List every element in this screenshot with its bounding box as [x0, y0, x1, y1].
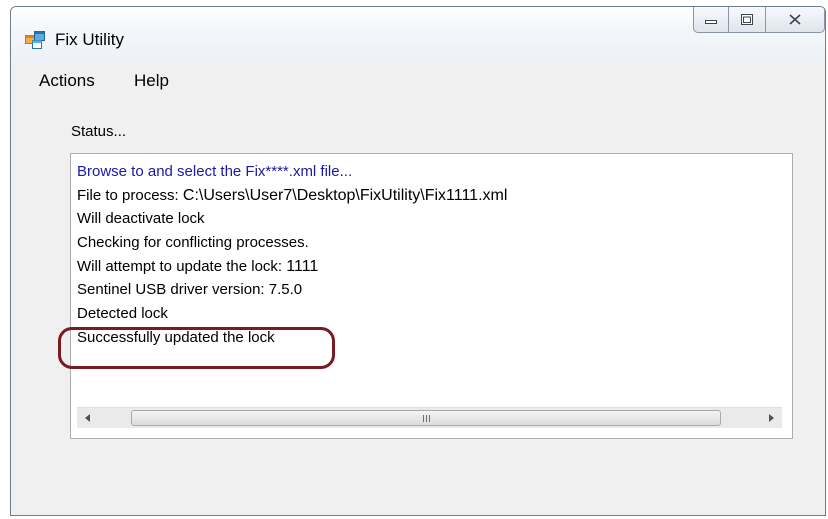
status-line-update: Will attempt to update the lock: 1111	[77, 257, 319, 275]
lock-number-value: 1111	[286, 257, 319, 275]
status-line-success: Successfully updated the lock	[77, 328, 275, 346]
status-line-driver: Sentinel USB driver version: 7.5.0	[77, 281, 303, 299]
scrollbar-thumb[interactable]	[131, 410, 721, 426]
status-log[interactable]: Browse to and select the Fix****.xml fil…	[70, 153, 793, 439]
close-button[interactable]	[765, 7, 825, 33]
menu-actions[interactable]: Actions	[39, 71, 95, 91]
status-line-file: File to process: C:\Users\User7\Desktop\…	[77, 186, 508, 204]
status-lines: Browse to and select the Fix****.xml fil…	[77, 160, 786, 350]
window-title: Fix Utility	[55, 30, 124, 49]
status-line-detected: Detected lock	[77, 305, 168, 323]
scrollbar-grip	[422, 414, 430, 422]
close-icon	[789, 14, 801, 25]
horizontal-scrollbar[interactable]	[77, 407, 782, 428]
menu-bar: Actions Help	[11, 63, 825, 97]
minimize-icon	[705, 19, 717, 24]
minimize-button[interactable]	[693, 7, 729, 33]
title-bar[interactable]: Fix Utility	[11, 7, 825, 63]
caption-buttons	[693, 7, 825, 33]
file-path-value: C:\Users\User7\Desktop\FixUtility\Fix111…	[182, 186, 508, 204]
menu-help[interactable]: Help	[134, 71, 169, 91]
scroll-left-icon	[85, 414, 90, 422]
status-label: Status...	[71, 123, 127, 140]
scroll-right-icon	[769, 414, 774, 422]
app-window: Fix Utility Actions Help Status... Brows…	[10, 6, 826, 516]
status-line-deactivate: Will deactivate lock	[77, 210, 205, 228]
scroll-left-button[interactable]	[77, 408, 99, 428]
scroll-right-button[interactable]	[760, 408, 782, 428]
status-line-browse: Browse to and select the Fix****.xml fil…	[77, 163, 353, 180]
maximize-button[interactable]	[728, 7, 766, 33]
status-line-conflicts: Checking for conflicting processes.	[77, 234, 309, 252]
app-window-icon	[25, 31, 45, 49]
maximize-icon	[741, 14, 753, 25]
